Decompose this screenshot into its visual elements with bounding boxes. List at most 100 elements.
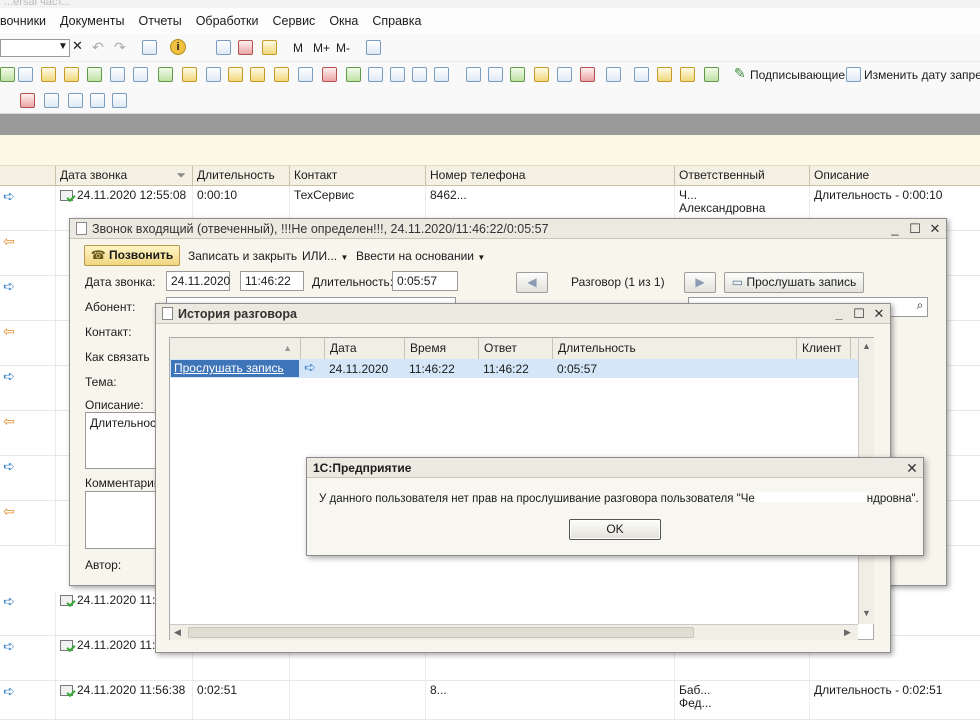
sheet-icon[interactable] bbox=[466, 67, 481, 82]
transfer-icon[interactable] bbox=[322, 67, 337, 82]
col-contact[interactable]: Контакт bbox=[289, 166, 425, 186]
sort-icon[interactable] bbox=[206, 67, 221, 82]
menu-item-service[interactable]: Сервис bbox=[273, 14, 316, 28]
close-icon[interactable]: ✕ bbox=[903, 459, 921, 477]
bar-chart-icon[interactable] bbox=[510, 67, 525, 82]
description-textarea[interactable]: Длительност bbox=[85, 412, 162, 469]
sum-icon[interactable] bbox=[557, 67, 572, 82]
books-icon[interactable] bbox=[158, 67, 173, 82]
or-menu-button[interactable]: ИЛИ... ▼ bbox=[302, 249, 348, 263]
waybill2-icon[interactable] bbox=[412, 67, 427, 82]
tools-icon[interactable] bbox=[366, 40, 381, 55]
call-time-field[interactable]: 11:46:22 bbox=[240, 271, 304, 291]
memory-minus-button[interactable]: M- bbox=[336, 41, 350, 55]
col-action[interactable]: ▲ bbox=[170, 338, 300, 359]
stamp-icon[interactable] bbox=[110, 67, 125, 82]
signers-button[interactable]: Подписывающие bbox=[750, 68, 845, 82]
memory-m-button[interactable]: M bbox=[293, 41, 303, 55]
minimize-icon[interactable]: _ bbox=[886, 220, 904, 238]
prev-conversation-button[interactable]: ◀ bbox=[516, 272, 548, 293]
doc-green-icon[interactable] bbox=[0, 67, 15, 82]
info-icon[interactable]: i bbox=[170, 39, 186, 55]
clear-x-icon[interactable]: ✕ bbox=[72, 38, 83, 54]
megaphone-icon[interactable] bbox=[606, 67, 621, 82]
doc-folder-icon[interactable] bbox=[64, 67, 79, 82]
search-icon[interactable]: ⌕ bbox=[912, 298, 928, 316]
people-icon[interactable] bbox=[680, 67, 695, 82]
waybill-c-icon[interactable] bbox=[112, 93, 127, 108]
menu-item-documents[interactable]: Документы bbox=[60, 14, 124, 28]
ok-button[interactable]: OK bbox=[569, 519, 661, 540]
col-duration[interactable]: Длительность bbox=[552, 338, 796, 359]
call-button[interactable]: ☎ Позвонить bbox=[84, 245, 180, 266]
account-icon[interactable] bbox=[44, 93, 59, 108]
table-row[interactable]: ➪ 24.11.2020 11:56:38 0:02:51 8... Баб... Фед… bbox=[0, 681, 980, 720]
scroll-right-icon[interactable]: ▶ bbox=[844, 627, 851, 638]
col-phone[interactable]: Номер телефона bbox=[425, 166, 674, 186]
exchange-icon[interactable] bbox=[346, 67, 361, 82]
scissors-icon[interactable] bbox=[488, 67, 503, 82]
coins-icon[interactable] bbox=[534, 67, 549, 82]
waybill3-icon[interactable] bbox=[434, 67, 449, 82]
calendar-icon[interactable] bbox=[238, 40, 253, 55]
maximize-icon[interactable]: ☐ bbox=[850, 305, 868, 323]
redo-arrow-icon[interactable]: ↷ bbox=[114, 39, 126, 56]
menu-item-directories[interactable]: вочники bbox=[0, 14, 46, 28]
windows-icon[interactable] bbox=[142, 40, 157, 55]
table-icon[interactable] bbox=[133, 67, 148, 82]
memory-plus-button[interactable]: M+ bbox=[313, 41, 330, 55]
table-row[interactable]: Прослушать запись ➪ 24.11.2020 11:46:22 … bbox=[170, 359, 858, 378]
menu-item-processing[interactable]: Обработки bbox=[196, 14, 259, 28]
book-icon[interactable] bbox=[634, 67, 649, 82]
horizontal-scrollbar[interactable]: ◀ ▶ bbox=[170, 624, 858, 640]
waybill-a-icon[interactable] bbox=[68, 93, 83, 108]
waybill-b-icon[interactable] bbox=[90, 93, 105, 108]
user-icon[interactable] bbox=[704, 67, 719, 82]
scroll-up-icon[interactable]: ▲ bbox=[862, 341, 871, 351]
col-description[interactable]: Описание bbox=[809, 166, 980, 186]
col-direction[interactable] bbox=[300, 338, 324, 359]
chart-icon[interactable] bbox=[87, 67, 102, 82]
invoice-icon[interactable] bbox=[368, 67, 383, 82]
calculator-icon[interactable] bbox=[216, 40, 231, 55]
col-client[interactable]: Клиент bbox=[796, 338, 850, 359]
doc-list-icon[interactable] bbox=[18, 67, 33, 82]
payment-order-icon[interactable] bbox=[298, 67, 313, 82]
maximize-icon[interactable]: ☐ bbox=[906, 220, 924, 238]
next-conversation-button[interactable]: ▶ bbox=[684, 272, 716, 293]
scroll-left-icon[interactable]: ◀ bbox=[174, 627, 181, 638]
gift-icon[interactable] bbox=[20, 93, 35, 108]
col-more[interactable] bbox=[850, 338, 858, 359]
combo-chevron-down-icon[interactable]: ▼ bbox=[58, 41, 68, 52]
minimize-icon[interactable]: _ bbox=[830, 305, 848, 323]
users-icon[interactable] bbox=[262, 40, 277, 55]
comment-textarea[interactable] bbox=[85, 491, 157, 549]
listen-record-link[interactable]: Прослушать запись bbox=[171, 360, 299, 377]
scroll-down-icon[interactable]: ▼ bbox=[862, 608, 871, 618]
scroll-thumb[interactable] bbox=[188, 627, 694, 638]
cash-icon[interactable] bbox=[274, 67, 289, 82]
col-duration[interactable]: Длительность bbox=[192, 166, 289, 186]
col-responsible[interactable]: Ответственный bbox=[674, 166, 809, 186]
close-icon[interactable]: ✕ bbox=[926, 220, 944, 238]
dk-icon[interactable] bbox=[580, 67, 595, 82]
pko-icon[interactable] bbox=[228, 67, 243, 82]
envelope-icon[interactable] bbox=[657, 67, 672, 82]
save-close-button[interactable]: Записать и закрыть bbox=[188, 249, 297, 263]
based-on-button[interactable]: Ввести на основании ▼ bbox=[356, 249, 485, 263]
listen-record-button[interactable]: ▭ Прослушать запись bbox=[724, 272, 864, 293]
call-date-field[interactable]: 24.11.2020 bbox=[166, 271, 230, 291]
goods-icon[interactable] bbox=[182, 67, 197, 82]
menu-item-help[interactable]: Справка bbox=[372, 14, 421, 28]
col-call-date[interactable]: Дата звонка ⏷ bbox=[55, 166, 192, 186]
rko-icon[interactable] bbox=[250, 67, 265, 82]
duration-field[interactable]: 0:05:57 bbox=[392, 271, 458, 291]
doc-yellow-icon[interactable] bbox=[41, 67, 56, 82]
change-date-button[interactable]: Изменить дату запрета bbox=[864, 68, 980, 82]
col-answer[interactable]: Ответ bbox=[478, 338, 552, 359]
col-date[interactable]: Дата bbox=[324, 338, 404, 359]
menu-item-windows[interactable]: Окна bbox=[329, 14, 358, 28]
menu-item-reports[interactable]: Отчеты bbox=[138, 14, 181, 28]
col-time[interactable]: Время bbox=[404, 338, 478, 359]
waybill-icon[interactable] bbox=[390, 67, 405, 82]
